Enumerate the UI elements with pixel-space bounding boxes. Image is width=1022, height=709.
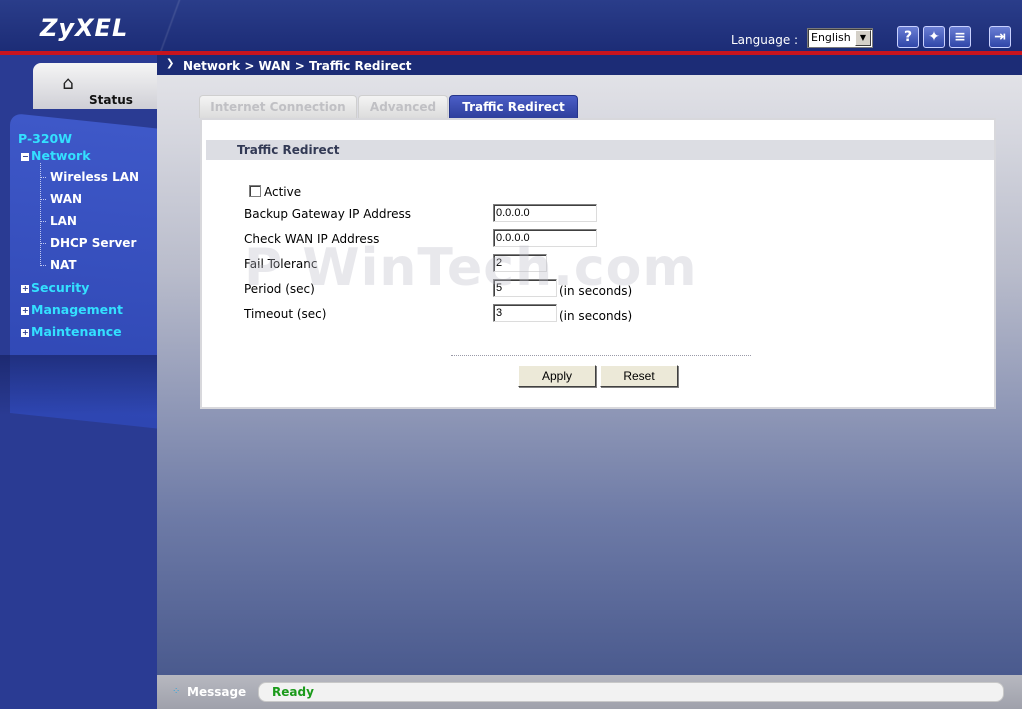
language-label: Language : (731, 33, 799, 47)
help-icon[interactable]: ? (897, 26, 919, 48)
timeout-label: Timeout (sec) (244, 307, 327, 321)
status-label: Status (89, 93, 133, 107)
tab-internet-connection[interactable]: Internet Connection (199, 95, 357, 118)
period-unit: (in seconds) (559, 284, 633, 298)
collapse-icon[interactable]: − (21, 153, 29, 161)
form-divider (451, 355, 751, 356)
sidebar-item-management[interactable]: + Management (21, 302, 123, 317)
sidebar-item-wireless-lan[interactable]: Wireless LAN (50, 170, 139, 184)
message-label: Message (187, 685, 247, 699)
chevron-down-icon[interactable]: ▼ (855, 30, 871, 46)
active-checkbox[interactable] (249, 185, 261, 197)
tree-tick (40, 199, 46, 200)
fail-tolerance-input[interactable] (493, 254, 547, 272)
logout-icon[interactable]: ⇥ (989, 26, 1011, 48)
section-title: Traffic Redirect (237, 143, 340, 157)
sidebar-item-label: Management (31, 302, 124, 317)
sidebar-item-maintenance[interactable]: + Maintenance (21, 324, 122, 339)
breadcrumb-arrow-icon: ❯ (166, 58, 175, 69)
period-input[interactable] (493, 279, 557, 297)
form-panel: Traffic Redirect Active Backup Gateway I… (200, 118, 996, 409)
tab-advanced[interactable]: Advanced (358, 95, 448, 118)
fail-tolerance-label: Fail Toleranc (244, 257, 318, 271)
tree-tick (40, 265, 46, 266)
check-wan-input[interactable] (493, 229, 597, 247)
device-model[interactable]: P-320W (18, 131, 72, 146)
backup-gateway-input[interactable] (493, 204, 597, 222)
message-dots-icon: ⁘ (172, 686, 181, 697)
expand-icon[interactable]: + (21, 329, 29, 337)
sidebar-item-label: Network (31, 148, 91, 163)
breadcrumb: Network > WAN > Traffic Redirect (183, 59, 412, 73)
expand-icon[interactable]: + (21, 307, 29, 315)
sidebar-item-dhcp-server[interactable]: DHCP Server (50, 236, 136, 250)
timeout-input[interactable] (493, 304, 557, 322)
sidebar-item-lan[interactable]: LAN (50, 214, 77, 228)
message-text: Ready (272, 685, 314, 699)
sidebar-item-wan[interactable]: WAN (50, 192, 82, 206)
tab-traffic-redirect[interactable]: Traffic Redirect (449, 95, 578, 118)
language-value: English (811, 31, 851, 44)
backup-gateway-label: Backup Gateway IP Address (244, 207, 412, 221)
active-label: Active (264, 185, 302, 199)
reset-button[interactable]: Reset (600, 365, 678, 387)
nav-panel-shadow (0, 355, 157, 415)
wizard-icon[interactable]: ✦ (923, 26, 945, 48)
tree-tick (40, 221, 46, 222)
expand-icon[interactable]: + (21, 285, 29, 293)
language-select[interactable]: English ▼ (807, 28, 873, 48)
section-header: Traffic Redirect (206, 140, 994, 160)
router-icon: ⌂ (62, 73, 74, 94)
sidebar-item-security[interactable]: + Security (21, 280, 89, 295)
zyxel-logo: ZyXEL (40, 14, 129, 42)
header-decoration (140, 0, 200, 52)
sidebar-item-label: Security (31, 280, 90, 295)
status-tab[interactable]: ⌂ Status (33, 63, 157, 109)
message-box: Ready (258, 682, 1004, 702)
tree-line (40, 163, 41, 266)
sidebar-item-label: Maintenance (31, 324, 122, 339)
sidebar-item-network[interactable]: − Network (21, 148, 91, 163)
sitemap-icon[interactable]: ≡ (949, 26, 971, 48)
apply-button[interactable]: Apply (518, 365, 596, 387)
period-label: Period (sec) (244, 282, 315, 296)
check-wan-label: Check WAN IP Address (244, 232, 380, 246)
sidebar-item-nat[interactable]: NAT (50, 258, 77, 272)
tree-tick (40, 177, 46, 178)
tree-tick (40, 243, 46, 244)
timeout-unit: (in seconds) (559, 309, 633, 323)
